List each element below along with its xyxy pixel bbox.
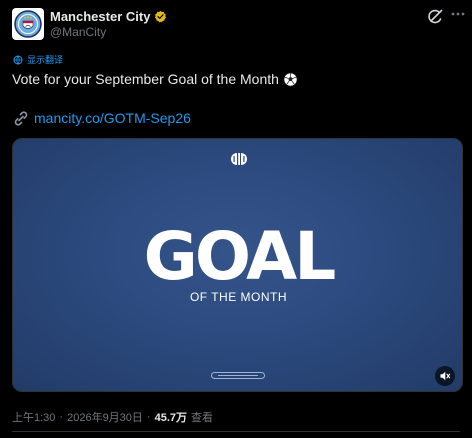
link-icon [14,111,28,126]
author-handle[interactable]: @ManCity [50,25,106,39]
media-subline: OF THE MONTH [189,290,288,304]
verified-badge-icon[interactable] [154,10,167,23]
media-headline: GOAL [143,218,337,295]
soccer-ball-icon [283,72,298,86]
gotm-logo-icon [231,153,247,165]
tweet-link[interactable]: mancity.co/GOTM-Sep26 [12,110,191,126]
tweet-meta: 上午1:30 · 2026年9月30日 · 45.7万 查看 [12,409,213,425]
author-row: Manchester City [50,9,167,24]
tweet-date[interactable]: 2026年9月30日 [67,409,143,425]
grok-button[interactable] [426,8,444,26]
tweet-text: Vote for your September Goal of the Mont… [12,71,298,87]
media-badge [211,372,265,379]
mancity-crest-icon [14,10,42,38]
translate-label: 显示翻译 [27,55,64,65]
media-video[interactable]: GOAL OF THE MONTH [12,138,463,392]
tweet-body: Vote for your September Goal of the Mont… [12,71,279,87]
grok-icon [428,9,443,24]
meta-separator: · [59,411,64,423]
divider [12,431,460,432]
avatar[interactable] [12,8,44,40]
mute-button[interactable] [435,366,455,386]
more-button[interactable] [450,6,466,26]
view-label: 查看 [191,412,214,424]
view-count: 45.7万 [154,412,188,424]
author-name[interactable]: Manchester City [50,9,150,24]
link-text[interactable]: mancity.co/GOTM-Sep26 [34,110,191,126]
more-icon [451,12,465,16]
translate-button[interactable]: 显示翻译 [13,53,63,66]
meta-separator: · [146,411,151,423]
tweet-time[interactable]: 上午1:30 [12,409,55,425]
translate-icon [13,55,23,65]
mute-icon [440,371,451,381]
